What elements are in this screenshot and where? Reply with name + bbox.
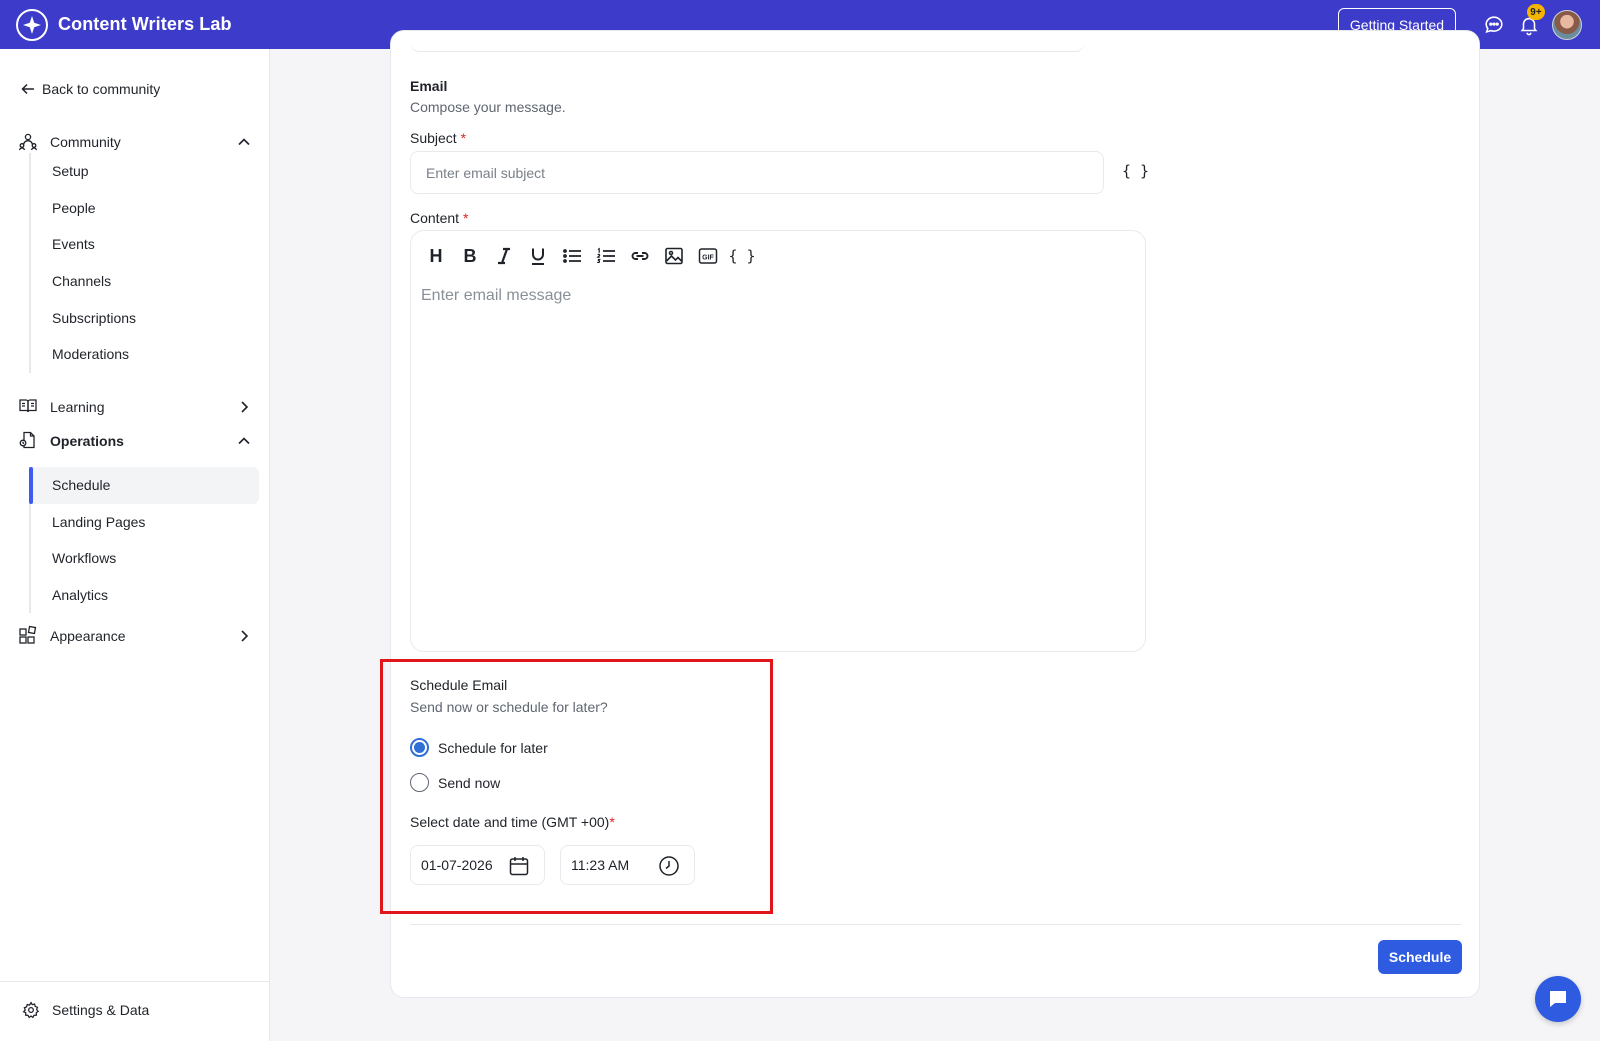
footer-divider	[410, 924, 1461, 925]
subject-input[interactable]	[410, 151, 1104, 194]
sidebar-section-appearance[interactable]: Appearance	[18, 624, 252, 648]
schedule-email-subtitle: Send now or schedule for later?	[410, 699, 608, 715]
email-section-title: Email	[410, 78, 448, 94]
settings-label: Settings & Data	[52, 1002, 150, 1018]
gif-icon[interactable]: GIF	[691, 243, 725, 269]
chevron-up-icon[interactable]	[236, 433, 252, 449]
operations-icon	[18, 430, 40, 452]
insert-variable-icon[interactable]: { }	[1122, 162, 1149, 180]
email-message-editor[interactable]	[421, 287, 1121, 637]
send-now-label: Send now	[438, 774, 501, 791]
calendar-icon[interactable]	[508, 855, 530, 877]
rich-text-editor: H B GIF { }	[410, 230, 1146, 652]
editor-toolbar: H B GIF { }	[419, 243, 759, 269]
sidebar-item-setup[interactable]: Setup	[31, 153, 259, 190]
italic-icon[interactable]	[487, 243, 521, 269]
subject-label-text: Subject	[410, 130, 457, 146]
email-section-subtitle: Compose your message.	[410, 99, 566, 115]
settings-data-link[interactable]: Settings & Data	[22, 1001, 149, 1019]
previous-field-edge	[410, 40, 1085, 52]
sidebar-section-operations[interactable]: Operations	[18, 429, 252, 453]
numbered-list-icon[interactable]	[589, 243, 623, 269]
sidebar: Back to community Community Setup People…	[0, 49, 270, 1041]
schedule-for-later-option[interactable]: Schedule for later	[410, 738, 548, 757]
schedule-email-title: Schedule Email	[410, 677, 508, 693]
send-now-option[interactable]: Send now	[410, 773, 500, 792]
section-label-appearance: Appearance	[50, 628, 126, 644]
app-title[interactable]: Content Writers Lab	[58, 14, 232, 35]
sidebar-item-moderations[interactable]: Moderations	[31, 336, 259, 373]
sidebar-item-workflows[interactable]: Workflows	[31, 540, 259, 577]
sidebar-item-landing-pages[interactable]: Landing Pages	[31, 504, 259, 541]
chat-bubble-icon	[1550, 991, 1566, 1007]
required-mark: *	[609, 814, 615, 830]
user-avatar[interactable]	[1552, 10, 1582, 40]
sidebar-item-channels[interactable]: Channels	[31, 263, 259, 300]
sidebar-divider	[0, 981, 269, 982]
section-label-learning: Learning	[50, 399, 105, 415]
datetime-label-text: Select date and time (GMT +00)	[410, 814, 610, 830]
send-now-radio[interactable]	[410, 773, 429, 792]
support-chat-button[interactable]	[1535, 976, 1581, 1022]
sidebar-item-schedule[interactable]: Schedule	[29, 467, 259, 504]
time-value: 11:23 AM	[571, 857, 630, 873]
required-mark: *	[462, 210, 469, 226]
community-submenu: Setup People Events Channels Subscriptio…	[29, 153, 259, 373]
chat-icon[interactable]	[1483, 14, 1505, 36]
time-picker[interactable]: 11:23 AM	[560, 845, 695, 885]
community-icon	[18, 131, 40, 153]
sidebar-item-events[interactable]: Events	[31, 226, 259, 263]
heading-icon[interactable]: H	[419, 243, 453, 269]
section-label-community: Community	[50, 134, 121, 150]
app-logo-icon[interactable]	[16, 9, 48, 41]
gear-icon	[22, 1001, 40, 1019]
underline-icon[interactable]	[521, 243, 555, 269]
bullet-list-icon[interactable]	[555, 243, 589, 269]
bold-icon[interactable]: B	[453, 243, 487, 269]
schedule-for-later-label: Schedule for later	[438, 739, 548, 756]
schedule-for-later-radio[interactable]	[410, 738, 429, 757]
sidebar-item-analytics[interactable]: Analytics	[31, 577, 259, 614]
sidebar-section-community[interactable]: Community	[18, 130, 252, 154]
content-label-text: Content	[410, 210, 460, 226]
arrow-left-icon	[21, 83, 34, 95]
schedule-button[interactable]: Schedule	[1378, 940, 1462, 974]
variables-icon[interactable]: { }	[725, 243, 759, 269]
book-icon	[18, 396, 40, 418]
datetime-label: Select date and time (GMT +00)*	[410, 814, 615, 830]
date-picker[interactable]: 01-07-2026	[410, 845, 545, 885]
back-to-community-link[interactable]: Back to community	[20, 81, 160, 97]
chevron-right-icon[interactable]	[236, 628, 252, 644]
chevron-right-icon[interactable]	[236, 399, 252, 415]
subject-label: Subject *	[410, 130, 466, 146]
image-icon[interactable]	[657, 243, 691, 269]
content-label: Content *	[410, 210, 468, 226]
appearance-icon	[18, 625, 40, 647]
clock-icon[interactable]	[658, 855, 680, 877]
gif-icon-label: GIF	[702, 254, 714, 261]
chevron-up-icon[interactable]	[236, 134, 252, 150]
section-label-operations: Operations	[50, 433, 124, 449]
date-value: 01-07-2026	[421, 857, 493, 873]
sidebar-item-subscriptions[interactable]: Subscriptions	[31, 299, 259, 336]
sidebar-item-people[interactable]: People	[31, 190, 259, 227]
required-mark: *	[460, 130, 467, 146]
operations-submenu: Schedule Landing Pages Workflows Analyti…	[29, 467, 259, 614]
link-icon[interactable]	[623, 243, 657, 269]
sidebar-section-learning[interactable]: Learning	[18, 395, 252, 419]
notification-badge: 9+	[1527, 4, 1545, 20]
back-link-label: Back to community	[42, 81, 161, 97]
